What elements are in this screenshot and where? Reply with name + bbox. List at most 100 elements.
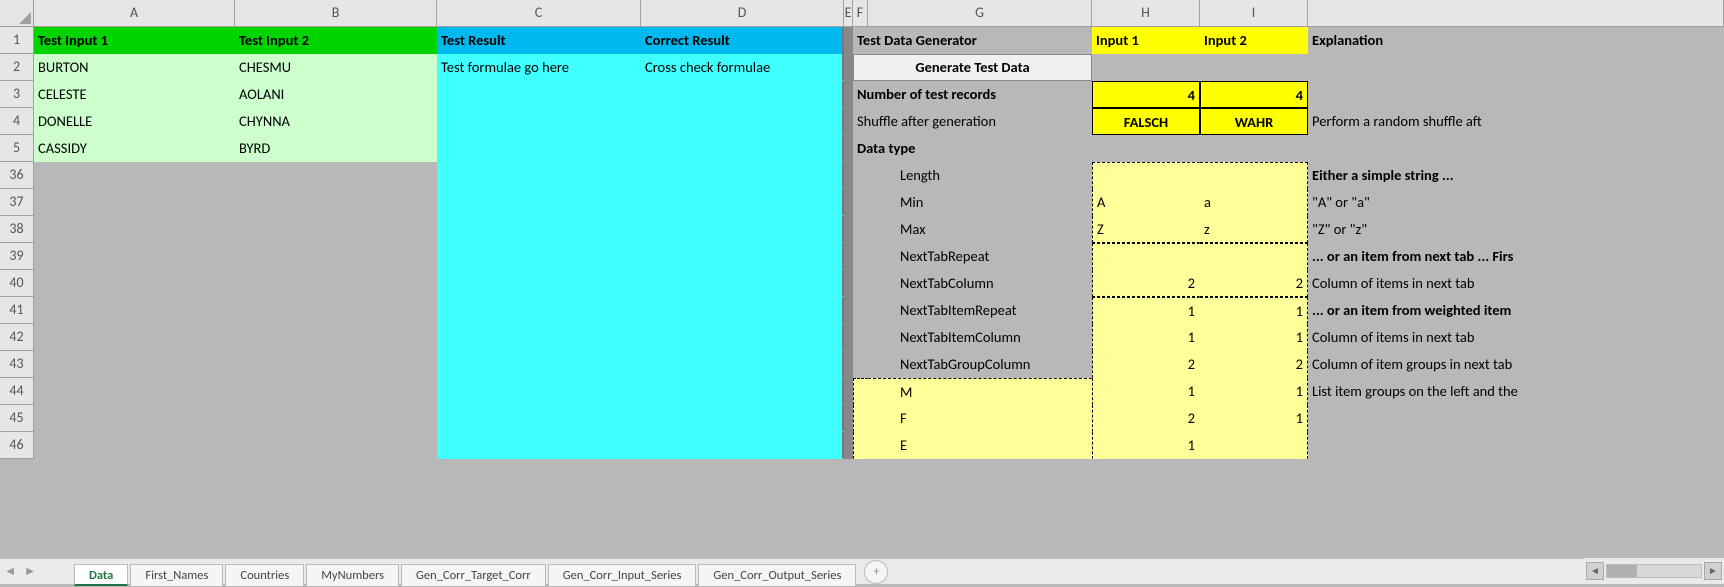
cell[interactable]	[641, 189, 844, 216]
cell[interactable]	[853, 189, 868, 216]
sheet-tab-countries[interactable]: Countries	[225, 564, 304, 586]
row-header[interactable]: 45	[0, 405, 34, 432]
cell[interactable]	[1092, 54, 1200, 81]
cell[interactable]	[437, 432, 641, 459]
cell[interactable]	[437, 270, 641, 297]
cell[interactable]	[1308, 405, 1724, 432]
cell[interactable]	[235, 216, 437, 243]
val-ntir-h[interactable]: 1	[1092, 297, 1200, 324]
col-header-more[interactable]	[1308, 0, 1724, 27]
cell[interactable]	[853, 162, 868, 189]
row-header[interactable]: 41	[0, 297, 34, 324]
cell-b4[interactable]: CHYNNA	[235, 108, 437, 135]
cell[interactable]	[641, 432, 844, 459]
row-header[interactable]: 42	[0, 324, 34, 351]
label-data-type[interactable]: Data type	[853, 135, 1092, 162]
cell[interactable]	[34, 216, 235, 243]
cell[interactable]	[235, 324, 437, 351]
cell[interactable]	[34, 405, 235, 432]
label-nexttabitemcolumn[interactable]: NextTabItemColumn	[868, 324, 1092, 351]
cell[interactable]	[235, 162, 437, 189]
cell[interactable]	[1308, 54, 1724, 81]
tab-nav-next-icon[interactable]: ►	[20, 564, 40, 579]
exp-shuffle[interactable]: Perform a random shuffle aft	[1308, 108, 1724, 135]
scroll-left-icon[interactable]: ◄	[1586, 562, 1604, 580]
cell[interactable]	[34, 189, 235, 216]
sheet-tab-gen-corr-input[interactable]: Gen_Corr_Input_Series	[548, 564, 697, 586]
label-m[interactable]: M	[868, 378, 1092, 405]
cell[interactable]	[844, 432, 853, 459]
row-header[interactable]: 38	[0, 216, 34, 243]
cell[interactable]	[641, 108, 844, 135]
cell[interactable]	[1200, 432, 1308, 459]
header-input1[interactable]: Input 1	[1092, 27, 1200, 54]
cell[interactable]	[1308, 81, 1724, 108]
cell[interactable]	[1200, 135, 1308, 162]
cell[interactable]	[34, 162, 235, 189]
header-test-data-generator[interactable]: Test Data Generator	[853, 27, 1092, 54]
cell[interactable]	[437, 405, 641, 432]
cell[interactable]	[437, 81, 641, 108]
cell[interactable]	[844, 162, 853, 189]
row-header[interactable]: 3	[0, 81, 34, 108]
cell[interactable]	[844, 270, 853, 297]
cell[interactable]	[853, 351, 868, 378]
cell[interactable]	[641, 81, 844, 108]
val-ntc-h[interactable]: 2	[1092, 270, 1200, 297]
cell[interactable]	[853, 243, 868, 270]
exp-either[interactable]: Either a simple string ...	[1308, 162, 1724, 189]
cell[interactable]	[844, 135, 853, 162]
cell[interactable]	[844, 243, 853, 270]
label-e[interactable]: E	[868, 432, 1092, 459]
scroll-track[interactable]	[1606, 564, 1702, 578]
row-header[interactable]: 43	[0, 351, 34, 378]
generate-test-data-button[interactable]: Generate Test Data	[853, 54, 1092, 81]
col-header-b[interactable]: B	[235, 0, 437, 27]
cell[interactable]	[437, 351, 641, 378]
cell[interactable]	[844, 297, 853, 324]
cell[interactable]	[235, 405, 437, 432]
cell[interactable]	[235, 432, 437, 459]
cell[interactable]	[844, 54, 853, 81]
exp-ntgc[interactable]: Column of item groups in next tab	[1308, 351, 1724, 378]
val-max-h[interactable]: Z	[1092, 216, 1200, 243]
sheet-tab-mynumbers[interactable]: MyNumbers	[306, 564, 399, 586]
val-shuffle-h[interactable]: FALSCH	[1092, 108, 1200, 135]
scroll-right-icon[interactable]: ►	[1704, 562, 1722, 580]
row-header[interactable]: 39	[0, 243, 34, 270]
label-min[interactable]: Min	[868, 189, 1092, 216]
cell-c2[interactable]: Test formulae go here	[437, 54, 641, 81]
cell[interactable]	[853, 270, 868, 297]
cell[interactable]	[1200, 54, 1308, 81]
cell[interactable]	[641, 216, 844, 243]
exp-ntir[interactable]: ... or an item from weighted item	[1308, 297, 1724, 324]
cell-b3[interactable]: AOLANI	[235, 81, 437, 108]
cell[interactable]	[437, 162, 641, 189]
cell[interactable]	[437, 135, 641, 162]
cell[interactable]	[437, 189, 641, 216]
val-f-h[interactable]: 2	[1092, 405, 1200, 432]
col-header-g[interactable]: G	[868, 0, 1092, 27]
col-header-e[interactable]: E	[844, 0, 853, 27]
cell[interactable]	[235, 189, 437, 216]
col-header-f[interactable]: F	[853, 0, 868, 27]
cell[interactable]	[641, 324, 844, 351]
label-f[interactable]: F	[868, 405, 1092, 432]
col-header-c[interactable]: C	[437, 0, 641, 27]
cell[interactable]	[641, 243, 844, 270]
row-header[interactable]: 37	[0, 189, 34, 216]
val-ntc-i[interactable]: 2	[1200, 270, 1308, 297]
val-num-records-i[interactable]: 4	[1200, 81, 1308, 108]
spreadsheet-grid[interactable]: A B C D E F G H I 1 Test Input 1 Test In…	[0, 0, 1724, 459]
cell[interactable]	[641, 162, 844, 189]
label-max[interactable]: Max	[868, 216, 1092, 243]
row-header[interactable]: 46	[0, 432, 34, 459]
exp-ntr[interactable]: ... or an item from next tab ... Firs	[1308, 243, 1724, 270]
sheet-tab-data[interactable]: Data	[74, 564, 128, 586]
cell[interactable]	[641, 405, 844, 432]
cell[interactable]	[844, 81, 853, 108]
cell[interactable]	[1308, 135, 1724, 162]
cell[interactable]	[437, 378, 641, 405]
header-explanation[interactable]: Explanation	[1308, 27, 1724, 54]
cell[interactable]	[641, 270, 844, 297]
